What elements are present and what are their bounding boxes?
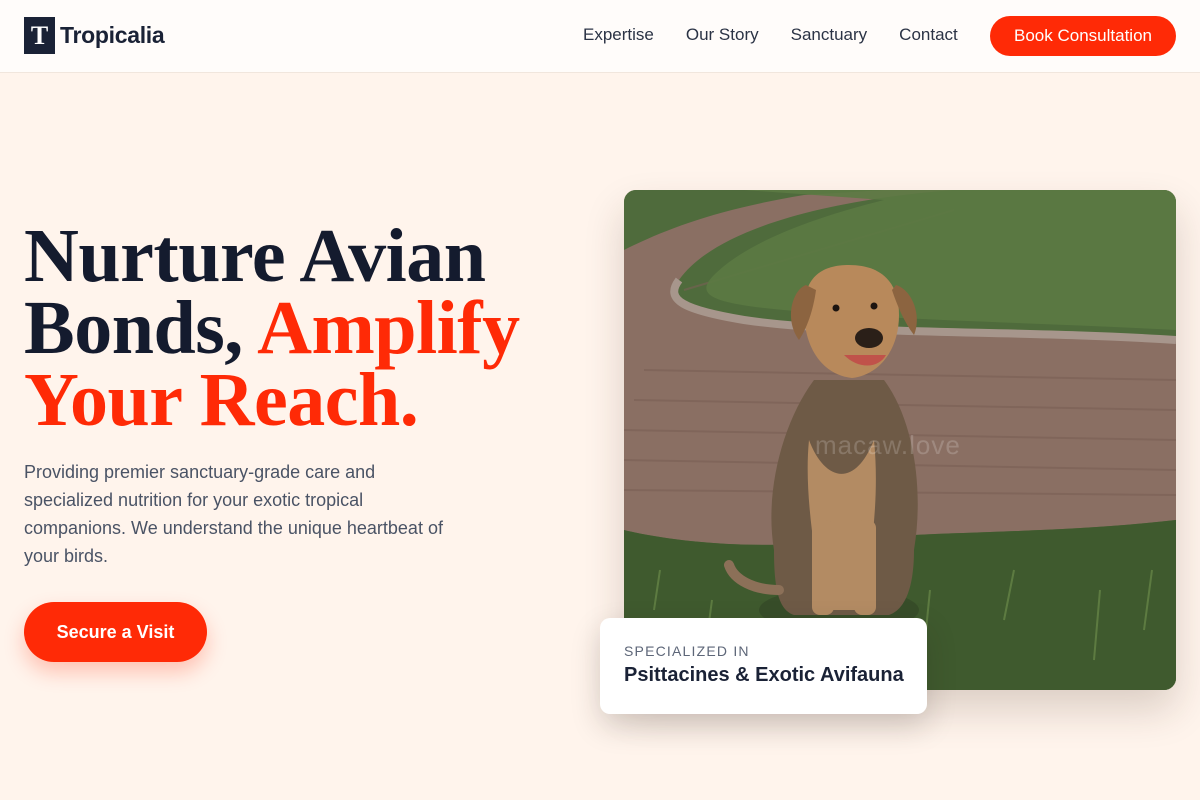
- nav-link-contact[interactable]: Contact: [899, 24, 958, 46]
- specialization-badge: SPECIALIZED IN Psittacines & Exotic Avif…: [600, 618, 927, 714]
- logo-text: Tropicalia: [60, 22, 165, 48]
- nav-link-our-story[interactable]: Our Story: [686, 24, 759, 46]
- logo[interactable]: T Tropicalia: [24, 17, 165, 54]
- logo-mark: T: [24, 17, 55, 54]
- secure-visit-button[interactable]: Secure a Visit: [24, 602, 207, 662]
- badge-label: SPECIALIZED IN: [624, 643, 750, 659]
- nav-link-sanctuary[interactable]: Sanctuary: [791, 24, 868, 46]
- headline-accent-2: Your Reach.: [24, 358, 419, 442]
- nav-link-expertise[interactable]: Expertise: [583, 24, 654, 46]
- book-consultation-button[interactable]: Book Consultation: [990, 16, 1176, 56]
- hero-headline: Nurture Avian Bonds, Amplify Your Reach.: [24, 218, 584, 438]
- main-nav: Expertise Our Story Sanctuary Contact: [583, 24, 990, 46]
- photo-watermark: macaw.love: [815, 430, 961, 460]
- hero-subtext: Providing premier sanctuary-grade care a…: [24, 462, 443, 566]
- badge-value: Psittacines & Exotic Avifauna: [624, 664, 904, 686]
- site-header: T Tropicalia Expertise Our Story Sanctua…: [0, 0, 1200, 73]
